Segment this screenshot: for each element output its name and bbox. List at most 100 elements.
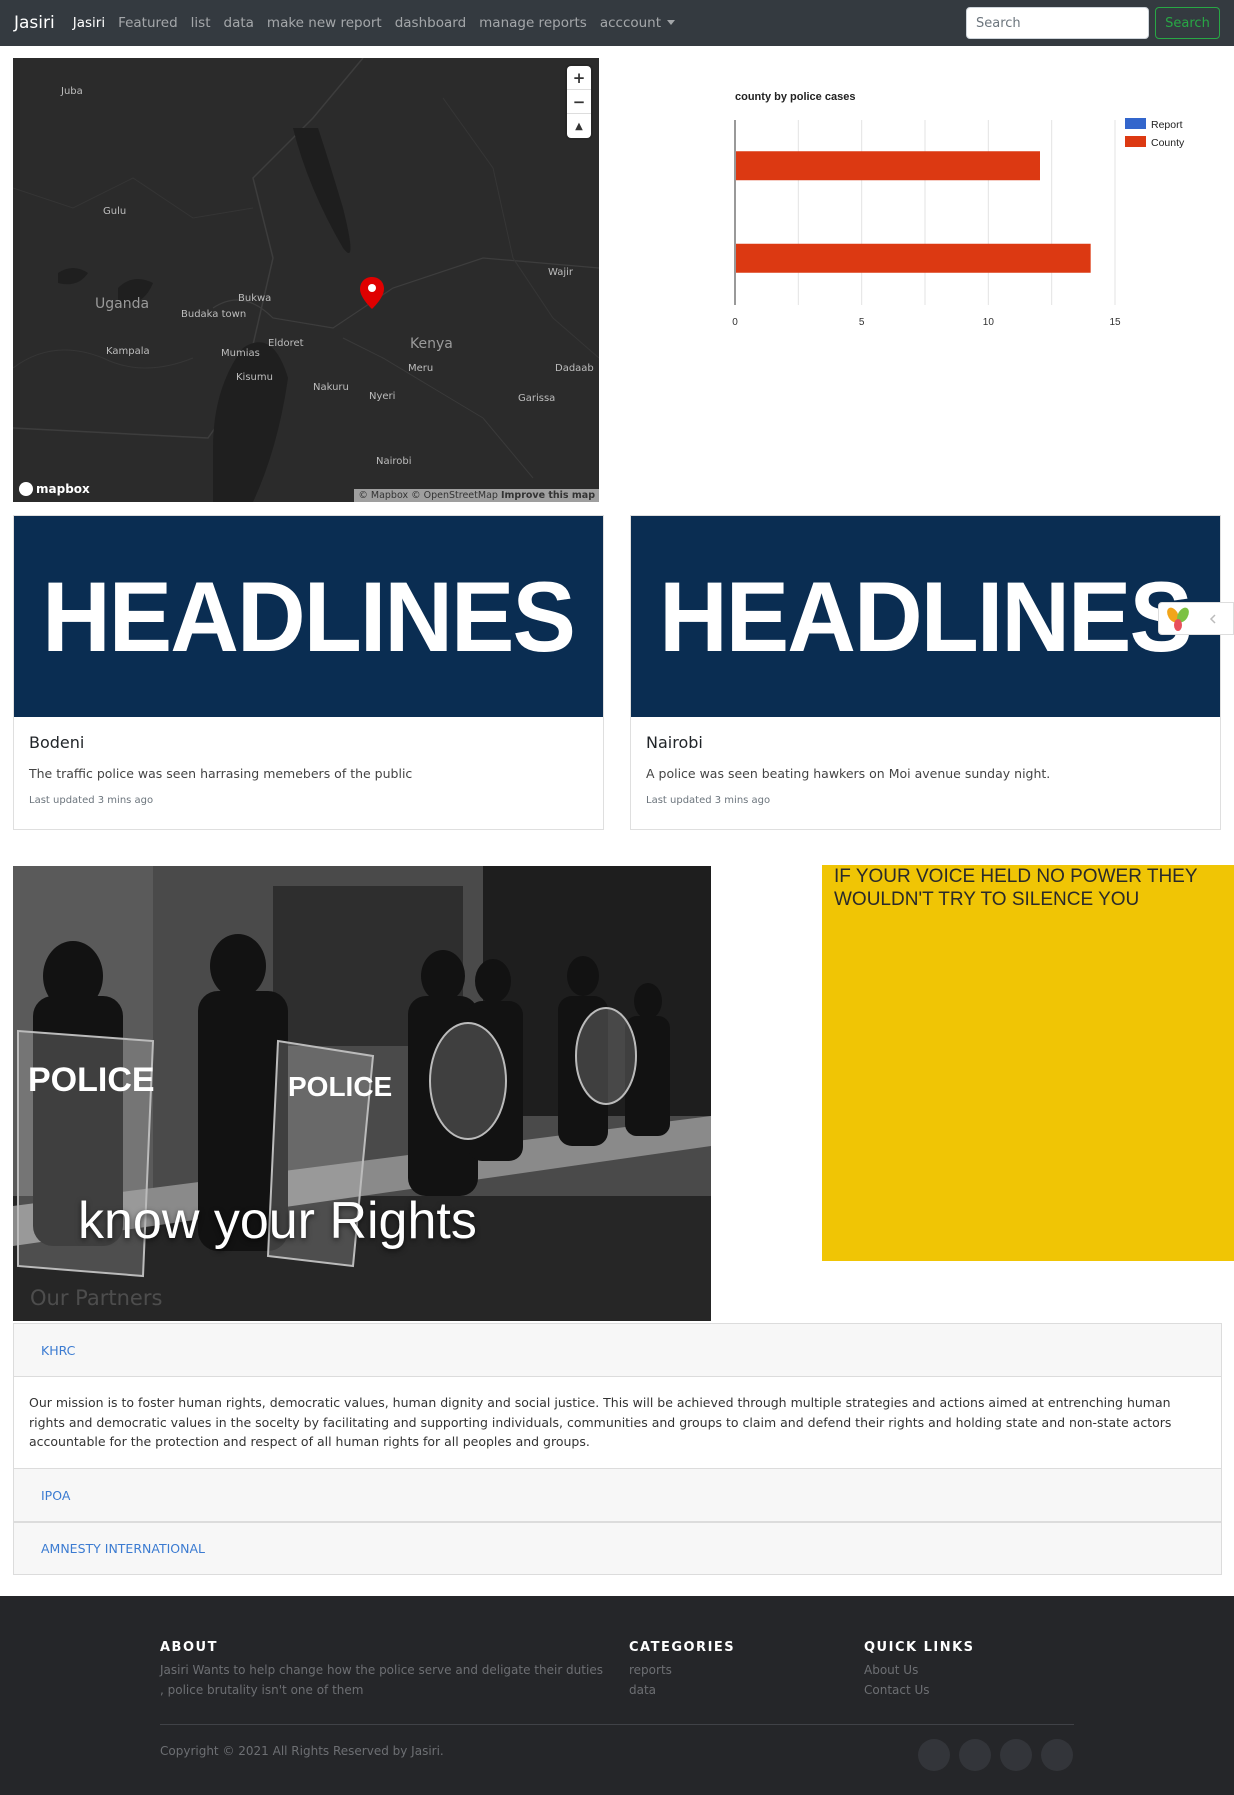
card-body: Bodeni The traffic police was seen harra…	[14, 717, 603, 822]
headline-image-text: HEADLINES	[42, 560, 577, 672]
chart-tick-label: 0	[732, 317, 738, 328]
partners-heading-faded: Our Partners	[30, 1286, 163, 1310]
footer-about-title: ABOUT	[160, 1640, 218, 1655]
map-terrain	[13, 58, 599, 502]
nav-link-make-new-report[interactable]: make new report	[267, 15, 382, 31]
card-meta: Last updated 3 mins ago	[646, 795, 771, 806]
footer-link-contact-us[interactable]: Contact Us	[864, 1681, 975, 1701]
svg-text:POLICE: POLICE	[28, 1061, 155, 1099]
map-label-juba: Juba	[61, 86, 83, 97]
card-text: A police was seen beating hawkers on Moi…	[646, 766, 1051, 781]
nav-link-list[interactable]: list	[191, 15, 211, 31]
social-icon-1[interactable]	[918, 1739, 950, 1771]
riot-police-image: POLICE POLICE	[13, 866, 711, 1321]
chart-plot: 0 5 10 15 Report County	[732, 118, 1185, 328]
rights-title: know your Rights	[78, 1192, 477, 1250]
caret-down-icon	[667, 20, 676, 25]
footer-categories-title: CATEGORIES	[629, 1640, 736, 1655]
search-form: Search	[966, 7, 1220, 39]
headline-card[interactable]: HEADLINES Nairobi A police was seen beat…	[630, 515, 1221, 830]
accordion-header-amnesty[interactable]: AMNESTY INTERNATIONAL	[14, 1523, 1221, 1574]
account-dropdown[interactable]: acccount	[599, 15, 676, 31]
card-meta: Last updated 3 mins ago	[29, 795, 154, 806]
footer-link-about-us[interactable]: About Us	[864, 1661, 975, 1681]
nav-link-jasiri[interactable]: Jasiri	[73, 15, 105, 31]
footer-divider	[160, 1724, 1074, 1725]
mapbox-logo-text: mapbox	[36, 482, 90, 496]
social-icon-2[interactable]	[959, 1739, 991, 1771]
accordion-item-ipoa: IPOA	[13, 1468, 1222, 1522]
map-label-mumias: Mumias	[221, 348, 260, 359]
compass-button[interactable]: ▲	[567, 114, 591, 138]
mapbox-logo[interactable]: mapbox	[19, 482, 90, 496]
map-label-wajir: Wajir	[548, 267, 574, 278]
chart-tick-label: 10	[983, 317, 995, 328]
brand-logo[interactable]: Jasiri	[14, 13, 55, 33]
map-label-bukwa: Bukwa	[238, 293, 272, 304]
know-your-rights-banner[interactable]: POLICE POLICE know your Rights Our Partn…	[13, 866, 711, 1321]
chevron-left-icon[interactable]	[1207, 613, 1219, 625]
card-title: Bodeni	[29, 733, 85, 752]
accordion-header-khrc[interactable]: KHRC	[14, 1324, 1221, 1376]
chart-bar	[736, 151, 1040, 181]
footer-categories: CATEGORIES reports data	[629, 1640, 735, 1700]
map-label-kisumu: Kisumu	[236, 372, 273, 383]
card-body: Nairobi A police was seen beating hawker…	[631, 717, 1220, 822]
nav-links: Jasiri Featured list data make new repor…	[73, 15, 688, 31]
chart-title: county by police cases	[735, 91, 856, 103]
footer-links-title: QUICK LINKS	[864, 1640, 975, 1655]
improve-map-link[interactable]: Improve this map	[501, 490, 595, 501]
zoom-out-button[interactable]: −	[567, 90, 591, 114]
headline-image: HEADLINES	[14, 516, 603, 717]
map-marker-icon[interactable]	[360, 277, 384, 309]
map-label-garissa: Garissa	[518, 393, 556, 404]
footer-about-text: Jasiri Wants to help change how the poli…	[160, 1663, 603, 1697]
footer-link-reports[interactable]: reports	[629, 1661, 735, 1681]
svg-text:POLICE: POLICE	[288, 1071, 392, 1102]
copyright: Copyright © 2021 All Rights Reserved by …	[160, 1744, 444, 1758]
social-icon-4[interactable]	[1041, 1739, 1073, 1771]
nav-link-data[interactable]: data	[224, 15, 254, 31]
footer: ABOUT Jasiri Wants to help change how th…	[0, 1596, 1234, 1795]
map-label-kampala: Kampala	[106, 346, 150, 357]
map-controls: + − ▲	[567, 66, 591, 138]
headline-image-text: HEADLINES	[659, 560, 1194, 672]
floating-widget[interactable]	[1158, 602, 1234, 635]
map-label-nyeri: Nyeri	[369, 391, 396, 402]
map-label-eldoret: Eldoret	[268, 338, 304, 349]
accordion-header-ipoa[interactable]: IPOA	[14, 1469, 1221, 1521]
legend-swatch	[1125, 136, 1146, 147]
footer-link-data[interactable]: data	[629, 1681, 735, 1701]
nav-link-featured[interactable]: Featured	[118, 15, 178, 31]
chart-tick-label: 15	[1109, 317, 1121, 328]
map-label-gulu: Gulu	[103, 206, 127, 217]
legend-swatch	[1125, 118, 1146, 129]
card-text: The traffic police was seen harrasing me…	[29, 766, 413, 781]
headline-image: HEADLINES	[631, 516, 1220, 717]
accordion-item-khrc: KHRC Our mission is to foster human righ…	[13, 1323, 1222, 1470]
nav-link-dashboard[interactable]: dashboard	[395, 15, 466, 31]
nav-link-manage-reports[interactable]: manage reports	[479, 15, 587, 31]
search-button[interactable]: Search	[1155, 7, 1220, 39]
map-label-meru: Meru	[408, 363, 434, 374]
chart-tick-label: 5	[859, 317, 865, 328]
map-label-nairobi: Nairobi	[376, 456, 412, 467]
social-icon-3[interactable]	[1000, 1739, 1032, 1771]
footer-about: ABOUT Jasiri Wants to help change how th…	[160, 1640, 610, 1700]
legend-label: Report	[1151, 119, 1183, 131]
account-label: acccount	[599, 15, 662, 31]
zoom-in-button[interactable]: +	[567, 66, 591, 90]
footer-quick-links: QUICK LINKS About Us Contact Us	[864, 1640, 975, 1700]
quote-box: IF YOUR VOICE HELD NO POWER THEY WOULDN'…	[822, 865, 1234, 1261]
map[interactable]: Juba Gulu Uganda Bukwa Budaka town Kampa…	[13, 58, 599, 502]
search-input[interactable]	[966, 7, 1149, 39]
headline-card[interactable]: HEADLINES Bodeni The traffic police was …	[13, 515, 604, 830]
accordion-item-amnesty: AMNESTY INTERNATIONAL	[13, 1522, 1222, 1575]
attribution-text[interactable]: © Mapbox © OpenStreetMap	[358, 490, 498, 501]
map-label-dadaab: Dadaab	[555, 363, 594, 374]
map-attribution: © Mapbox © OpenStreetMap Improve this ma…	[354, 489, 599, 502]
navbar: Jasiri Jasiri Featured list data make ne…	[0, 0, 1234, 46]
map-label-uganda: Uganda	[95, 296, 150, 312]
leaf-icon	[1167, 607, 1189, 631]
map-label-nakuru: Nakuru	[313, 382, 349, 393]
